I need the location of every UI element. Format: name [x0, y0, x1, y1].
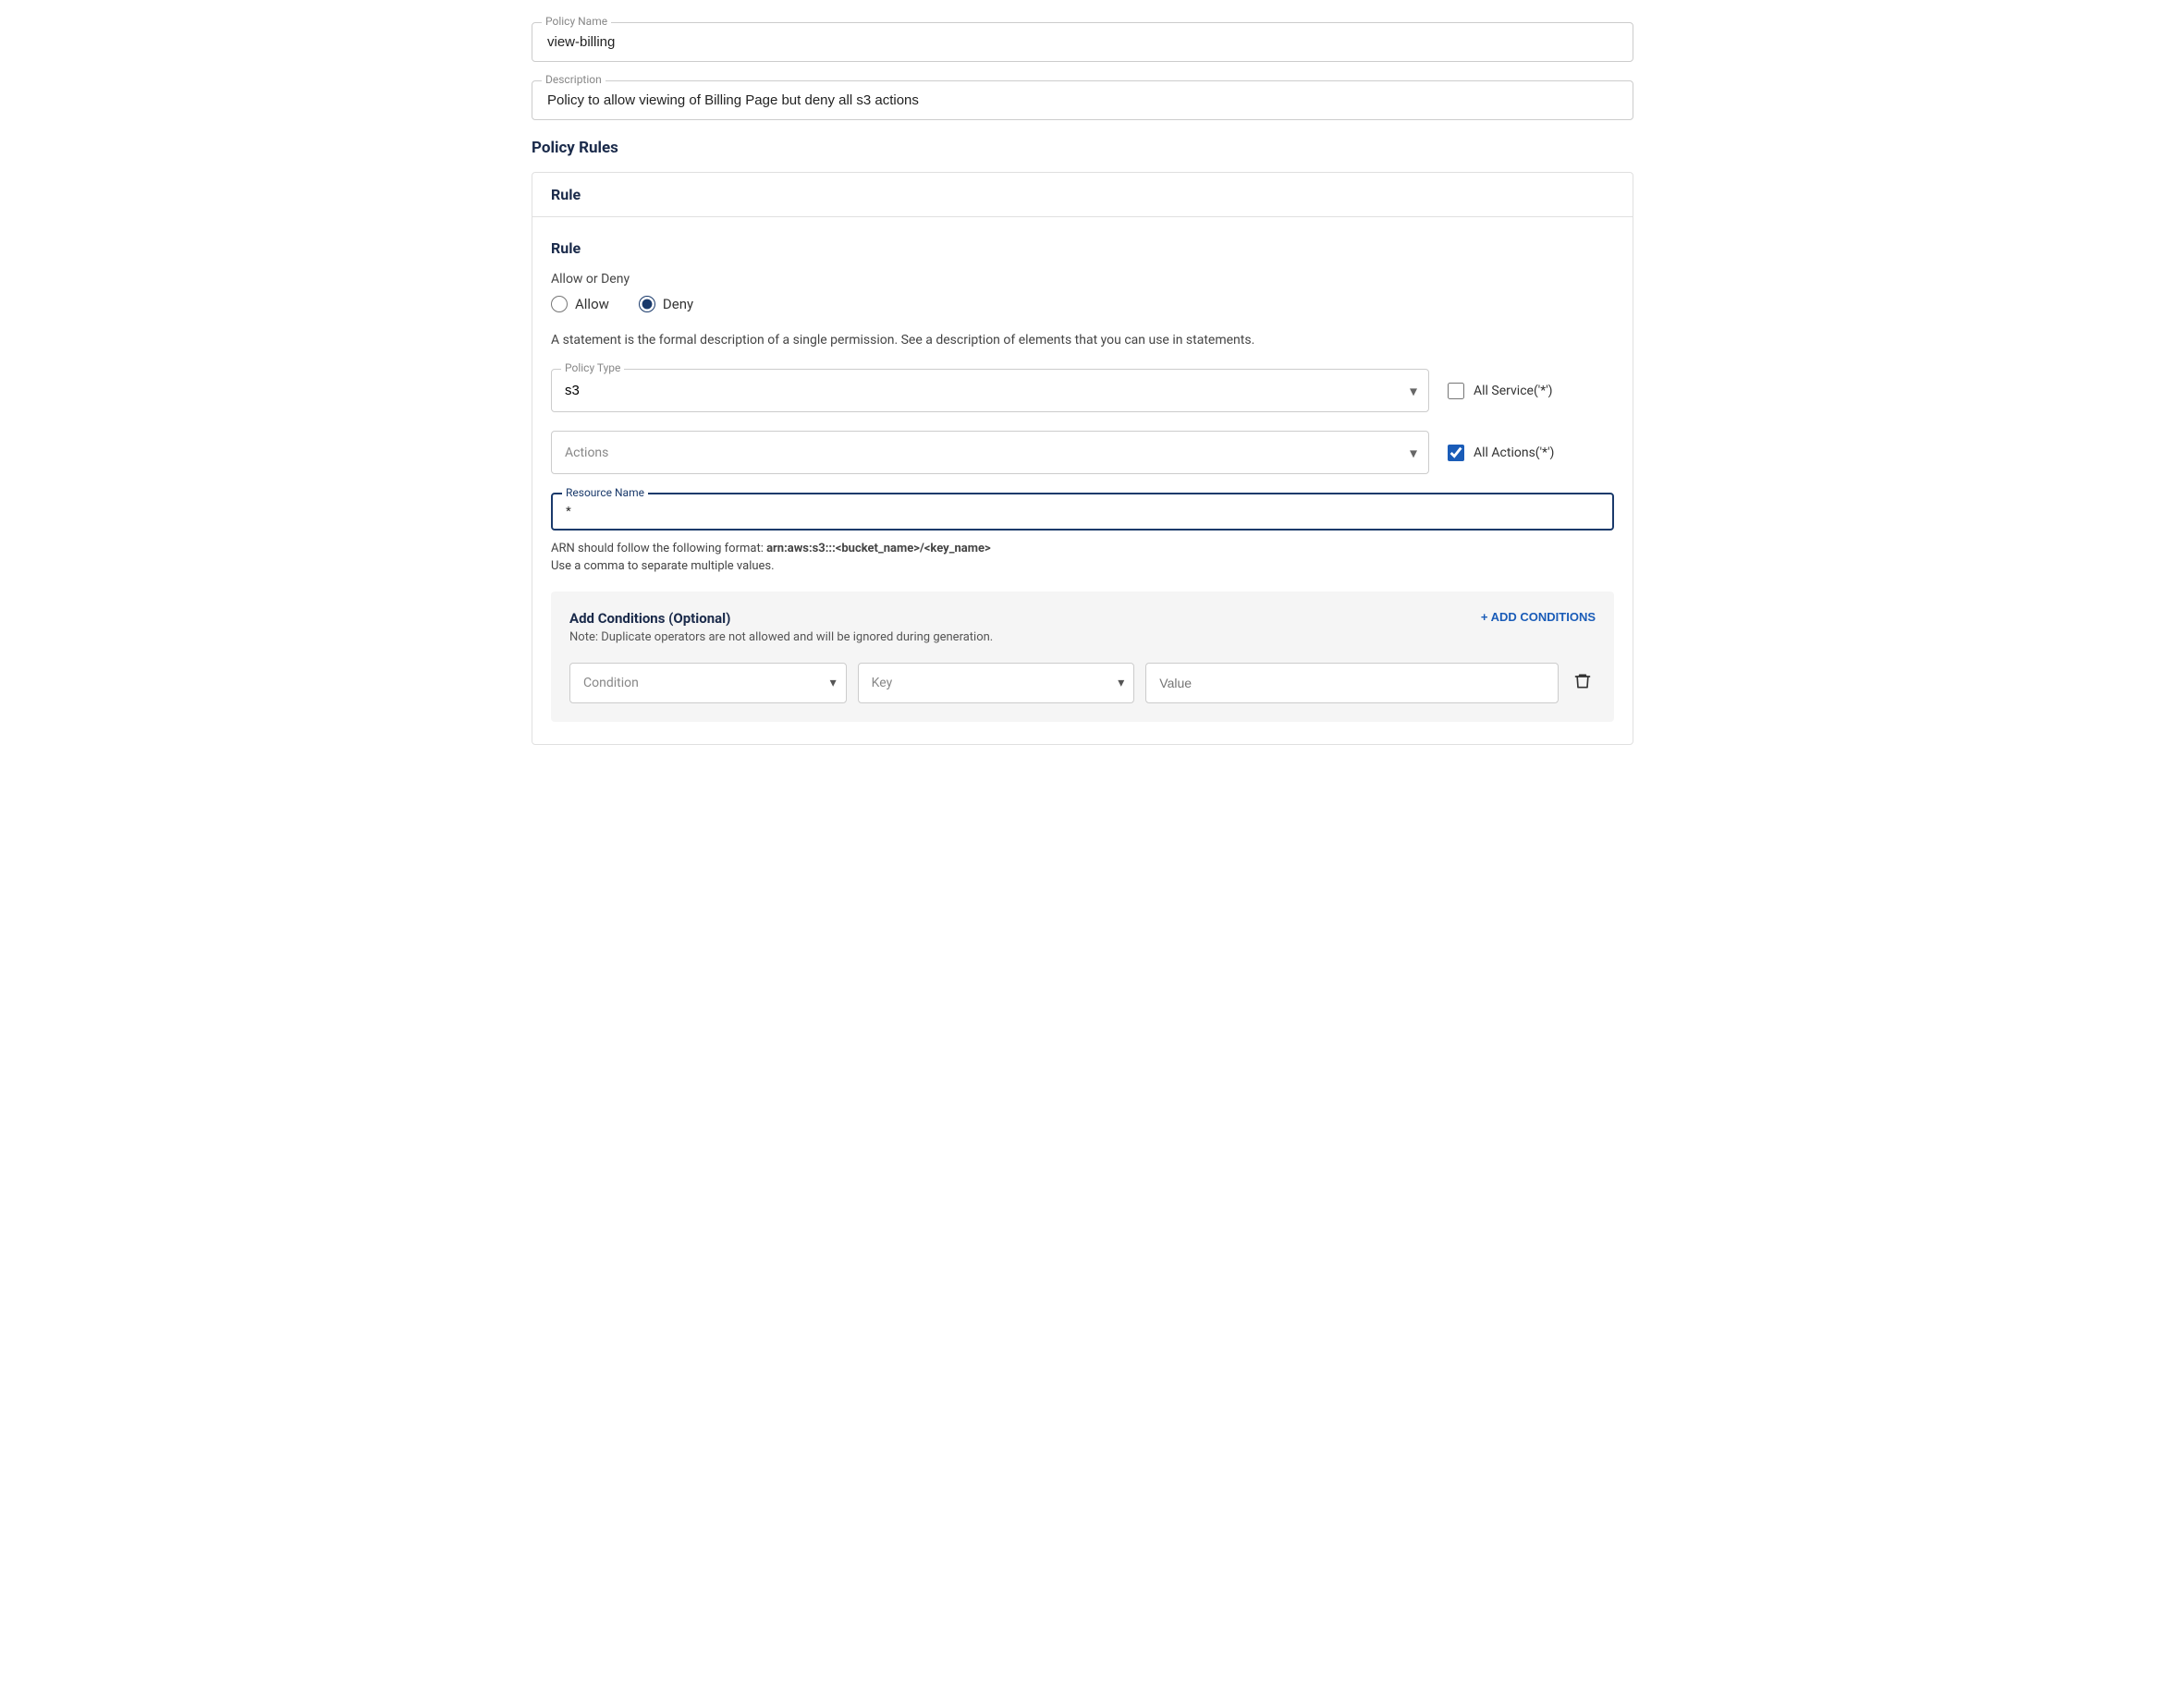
allow-deny-radio-group: Allow Deny	[551, 296, 1614, 312]
rule-card-header-title: Rule	[551, 186, 581, 203]
conditions-note: Note: Duplicate operators are not allowe…	[569, 630, 993, 644]
rule-card-header: Rule	[532, 173, 1633, 217]
actions-select[interactable]	[552, 432, 1428, 473]
conditions-title: Add Conditions (Optional)	[569, 610, 993, 627]
policy-name-label: Policy Name	[542, 15, 611, 28]
condition-select-wrapper: ▾ Condition	[569, 663, 847, 703]
key-select[interactable]	[859, 664, 1134, 702]
all-actions-checkbox-row: All Actions('*')	[1448, 445, 1614, 461]
deny-radio-item[interactable]: Deny	[639, 296, 693, 312]
all-service-checkbox[interactable]	[1448, 383, 1464, 399]
allow-deny-label: Allow or Deny	[551, 272, 1614, 287]
allow-radio-item[interactable]: Allow	[551, 296, 609, 312]
deny-radio[interactable]	[639, 296, 655, 312]
description-label: Description	[542, 73, 605, 86]
resource-name-label: Resource Name	[562, 486, 648, 499]
add-conditions-button[interactable]: + ADD CONDITIONS	[1481, 610, 1596, 624]
allow-radio[interactable]	[551, 296, 568, 312]
actions-row: ▾ Actions All Actions('*')	[551, 431, 1614, 474]
all-service-checkbox-row: All Service('*')	[1448, 383, 1614, 399]
policy-name-field: Policy Name	[532, 22, 1633, 62]
policy-type-select[interactable]: s3 iam ec2	[552, 370, 1428, 411]
rule-card-body: Rule Allow or Deny Allow Deny A statemen…	[532, 217, 1633, 744]
trash-icon	[1573, 672, 1592, 690]
policy-type-row: Policy Type s3 iam ec2 ▾ All Service('*'…	[551, 369, 1614, 412]
condition-row: ▾ Condition ▾ Key	[569, 663, 1596, 703]
condition-select[interactable]	[570, 664, 846, 702]
all-actions-label[interactable]: All Actions('*')	[1474, 445, 1554, 460]
description-input[interactable]	[547, 92, 1618, 108]
rule-card: Rule Rule Allow or Deny Allow Deny A sta…	[532, 172, 1633, 745]
resource-name-input[interactable]	[566, 504, 1599, 519]
value-input[interactable]	[1145, 663, 1559, 703]
arn-hint-line2: Use a comma to separate multiple values.	[551, 559, 1614, 573]
all-actions-checkbox[interactable]	[1448, 445, 1464, 461]
delete-condition-button[interactable]	[1570, 668, 1596, 699]
resource-name-field: Resource Name	[551, 493, 1614, 531]
arn-hint-line1: ARN should follow the following format: …	[551, 542, 1614, 555]
actions-select-wrapper: ▾ Actions	[551, 431, 1429, 474]
key-select-wrapper: ▾ Key	[858, 663, 1135, 703]
conditions-header-text: Add Conditions (Optional) Note: Duplicat…	[569, 610, 993, 644]
conditions-card: Add Conditions (Optional) Note: Duplicat…	[551, 592, 1614, 722]
description-field: Description	[532, 80, 1633, 120]
allow-label[interactable]: Allow	[575, 296, 609, 312]
policy-type-label: Policy Type	[561, 361, 624, 374]
conditions-header: Add Conditions (Optional) Note: Duplicat…	[569, 610, 1596, 644]
policy-rules-title: Policy Rules	[532, 139, 1633, 157]
policy-name-input[interactable]	[547, 34, 1618, 50]
policy-type-select-wrapper: Policy Type s3 iam ec2 ▾	[551, 369, 1429, 412]
all-service-label[interactable]: All Service('*')	[1474, 384, 1553, 398]
statement-description: A statement is the formal description of…	[551, 331, 1614, 350]
rule-inner-title: Rule	[551, 239, 1614, 257]
deny-label[interactable]: Deny	[663, 296, 693, 312]
